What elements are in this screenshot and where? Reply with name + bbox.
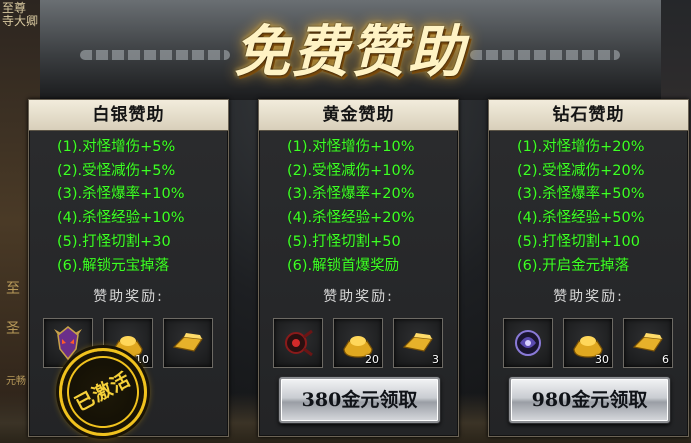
panel-header: 黄金赞助	[259, 100, 458, 131]
reward-slot[interactable]: 30	[563, 318, 613, 368]
reward-label: 赞助奖励:	[93, 289, 164, 305]
bonus-line: (5).打怪切割+30	[57, 233, 171, 250]
panel-diamond: 钻石赞助 (1).对怪增伤+20% (2).受怪减伤+20% (3).杀怪爆率+…	[488, 99, 689, 437]
bonus-line: (6).开启金元掉落	[517, 257, 630, 274]
reward-count: 3	[432, 353, 439, 366]
claim-button-label: 980金元领取	[531, 389, 648, 411]
bonus-list: (1).对怪增伤+10% (2).受怪减伤+10% (3).杀怪爆率+20% (…	[287, 136, 457, 278]
bonus-line: (2).受怪减伤+10%	[287, 162, 415, 179]
banner-title: 免费赞助	[234, 19, 466, 85]
claim-980-button[interactable]: 980金元领取	[509, 377, 670, 423]
bonus-line: (3).杀怪爆率+20%	[287, 186, 415, 203]
bonus-line: (2).受怪减伤+20%	[517, 162, 645, 179]
bonus-line: (1).对怪增伤+5%	[57, 139, 176, 155]
banner: 免费赞助	[205, 8, 495, 96]
panel-title: 黄金赞助	[322, 105, 395, 125]
red-amulet-icon	[285, 329, 313, 357]
bonus-line: (4).杀怪经验+50%	[517, 210, 645, 227]
bonus-list: (1).对怪增伤+20% (2).受怪减伤+20% (3).杀怪爆率+50% (…	[517, 136, 687, 278]
bonus-line: (5).打怪切割+100	[517, 233, 640, 250]
claim-button-label: 380金元领取	[301, 389, 418, 411]
panel-title: 钻石赞助	[552, 105, 625, 125]
panel-gold: 黄金赞助 (1).对怪增伤+10% (2).受怪减伤+10% (3).杀怪爆率+…	[258, 99, 459, 437]
reward-slot[interactable]: 3	[393, 318, 443, 368]
reward-slot[interactable]: 6	[623, 318, 673, 368]
bonus-line: (3).杀怪爆率+50%	[517, 186, 645, 203]
corner-text: 至尊 寺大卿	[2, 1, 39, 28]
bonus-line: (6).解锁首爆奖励	[287, 257, 400, 274]
bonus-line: (5).打怪切割+50	[287, 233, 401, 250]
reward-count: 30	[595, 353, 609, 366]
bonus-line: (3).杀怪爆率+10%	[57, 186, 185, 203]
bonus-line: (4).杀怪经验+20%	[287, 210, 415, 227]
panel-header: 白银赞助	[29, 100, 228, 131]
reward-count: 20	[365, 353, 379, 366]
reward-count: 6	[662, 353, 669, 366]
bonus-line: (2).受怪减伤+5%	[57, 162, 176, 179]
bonus-line: (1).对怪增伤+20%	[517, 139, 645, 155]
side-glyph-2: 圣	[6, 321, 20, 337]
reward-slot[interactable]: 20	[333, 318, 383, 368]
bonus-list: (1).对怪增伤+5% (2).受怪减伤+5% (3).杀怪爆率+10% (4)…	[57, 136, 227, 278]
bonus-line: (4).杀怪经验+10%	[57, 210, 185, 227]
bonus-line: (6).解锁元宝掉落	[57, 257, 170, 274]
panel-header: 钻石赞助	[489, 100, 688, 131]
gold-bar-icon	[172, 333, 204, 352]
sponsor-window: 至尊 寺大卿 至 圣 元畅 免费赞助 白银赞助 (1).对怪增伤+5% (2).…	[0, 0, 691, 443]
side-glyph-3: 元畅	[6, 376, 26, 387]
panel-title: 白银赞助	[92, 105, 165, 125]
reward-label: 赞助奖励:	[553, 289, 624, 305]
claim-380-button[interactable]: 380金元领取	[279, 377, 440, 423]
reward-label: 赞助奖励:	[323, 289, 394, 305]
reward-slot[interactable]	[273, 318, 323, 368]
bonus-line: (1).对怪增伤+10%	[287, 139, 415, 155]
reward-slot[interactable]	[503, 318, 553, 368]
panel-silver: 白银赞助 (1).对怪增伤+5% (2).受怪减伤+5% (3).杀怪爆率+10…	[28, 99, 229, 443]
reward-slot[interactable]	[163, 318, 213, 368]
purple-crest-icon	[515, 330, 541, 356]
side-glyph-1: 至	[6, 281, 20, 297]
